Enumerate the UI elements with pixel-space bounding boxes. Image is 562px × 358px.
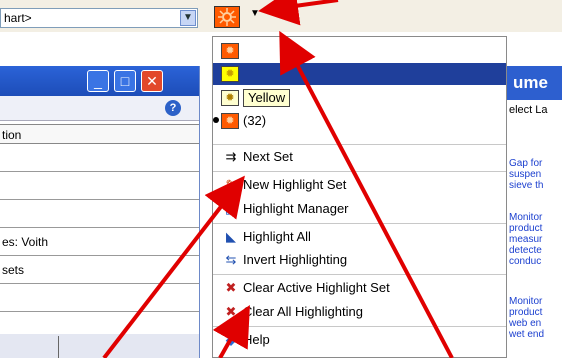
annotation-arrows bbox=[102, 0, 454, 358]
arrow-to-new-highlight-set bbox=[102, 175, 245, 358]
arrow-to-menu-swatch bbox=[279, 30, 454, 358]
arrow-to-highlight-button bbox=[258, 0, 339, 26]
arrow-to-clear-all bbox=[212, 305, 250, 358]
